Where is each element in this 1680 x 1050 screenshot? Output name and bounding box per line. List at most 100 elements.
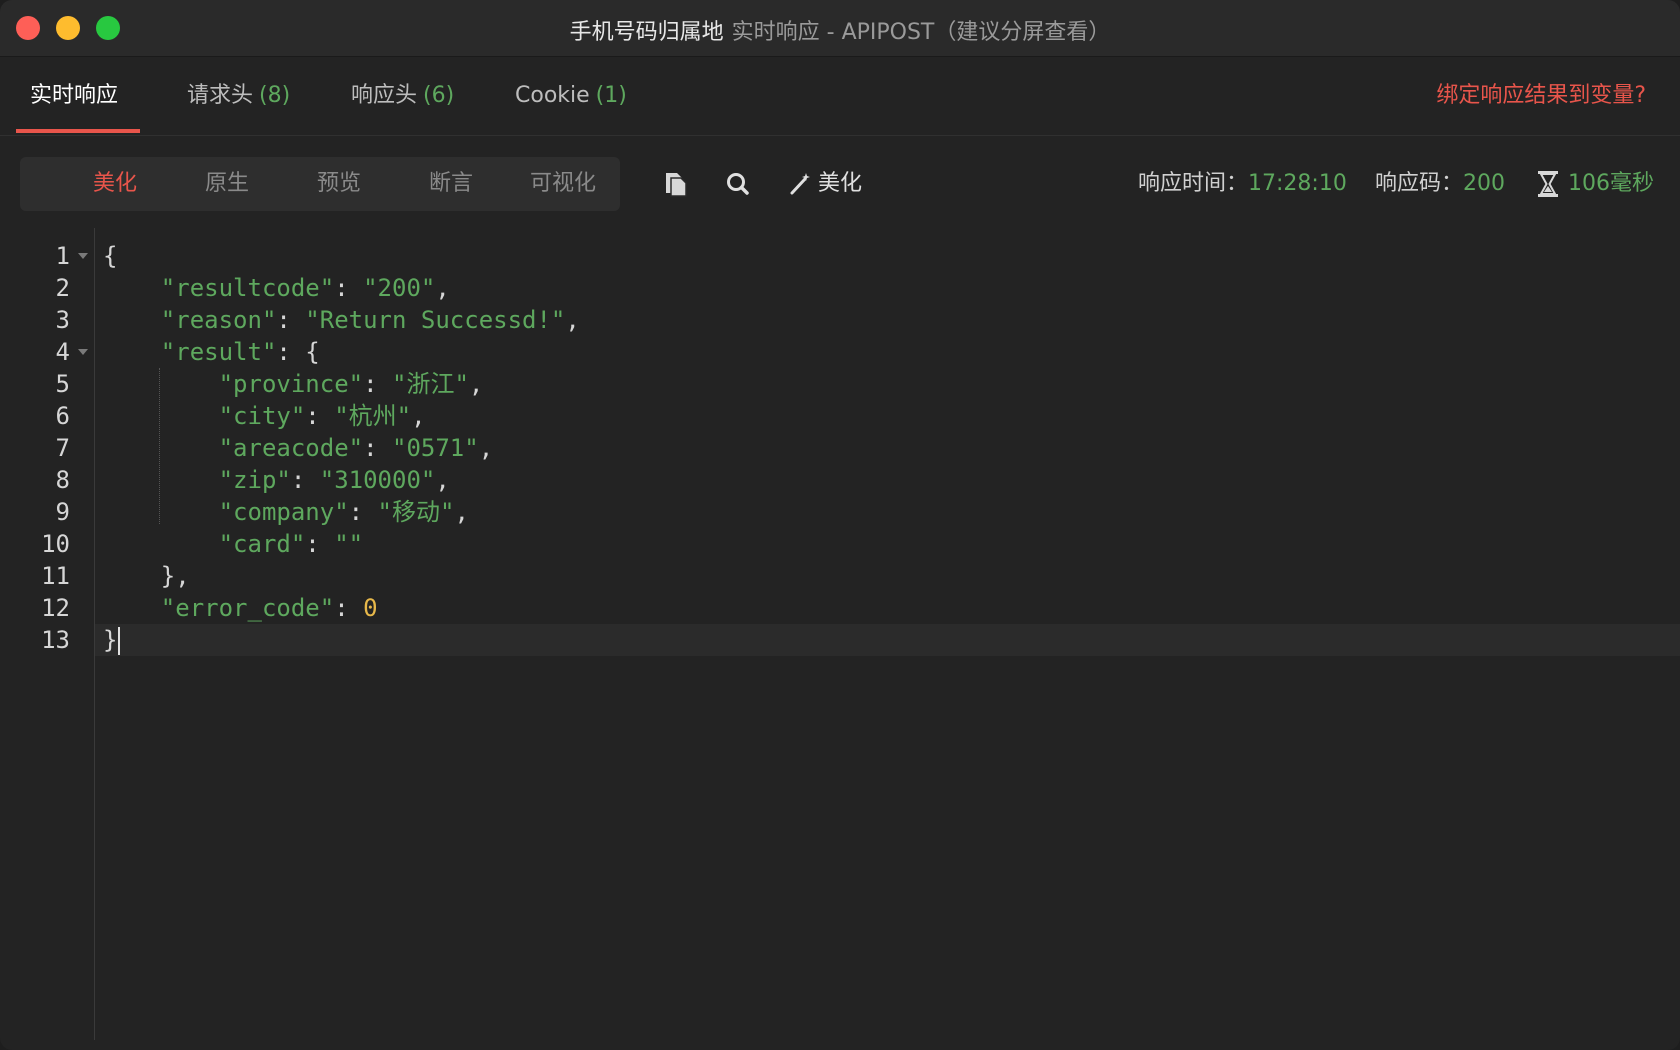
tab-request-headers[interactable]: 请求头 (8): [187, 57, 290, 135]
fold-toggle-icon[interactable]: [78, 349, 88, 355]
code-token: "杭州": [334, 402, 412, 430]
code-token: "310000": [319, 466, 436, 494]
code-text: "reason": "Return Successd!",: [103, 304, 580, 336]
line-number: 8: [55, 466, 70, 494]
tab-response-headers[interactable]: 响应头 (6): [351, 57, 454, 135]
bind-response-to-variable-link[interactable]: 绑定响应结果到变量?: [1436, 57, 1646, 135]
tab-count: (6): [423, 83, 455, 108]
code-token: ,: [565, 306, 580, 334]
line-number: 6: [55, 402, 70, 430]
code-text: }: [103, 624, 121, 656]
tab-label: Cookie: [515, 83, 590, 108]
code-token: }: [103, 626, 118, 654]
code-token: "city": [218, 402, 306, 430]
title-bar: 手机号码归属地 实时响应 - APIPOST（建议分屏查看）: [0, 0, 1680, 57]
code-text: "zip": "310000",: [103, 464, 450, 496]
response-time-value: 17:28:10: [1248, 171, 1347, 196]
code-text: {: [103, 240, 117, 272]
code-token: 0: [363, 594, 378, 622]
code-token: "0571": [392, 434, 479, 462]
code-line: 2 "resultcode": "200",: [0, 272, 1680, 304]
tab-label: 请求头: [187, 83, 254, 108]
code-text: "error_code": 0: [103, 592, 378, 624]
code-token: "company": [218, 498, 349, 526]
response-time: 响应时间：17:28:10: [1138, 168, 1347, 200]
code-token: :: [348, 498, 378, 526]
magic-wand-icon: [790, 173, 810, 195]
view-mode-switch: 美化 原生 预览 断言 可视化: [20, 157, 620, 211]
code-text: "province": "浙江",: [103, 368, 484, 400]
code-line: 12 "error_code": 0: [0, 592, 1680, 624]
code-text: "city": "杭州",: [103, 400, 426, 432]
view-mode-assert[interactable]: 断言: [395, 157, 507, 211]
line-number: 12: [41, 594, 70, 622]
beautify-label: 美化: [818, 171, 863, 196]
tab-cookie[interactable]: Cookie (1): [515, 57, 627, 135]
view-mode-visualize[interactable]: 可视化: [507, 157, 619, 211]
code-line: 9 "company": "移动",: [0, 496, 1680, 528]
code-token: ,: [435, 466, 450, 494]
response-code-label: 响应码：: [1375, 171, 1464, 196]
code-text: "result": {: [103, 336, 320, 368]
code-token: "result": [160, 338, 277, 366]
text-caret: [118, 627, 121, 655]
tab-count: (1): [595, 83, 627, 108]
json-response-editor[interactable]: 1{2 "resultcode": "200", 3 "reason": "Ret…: [0, 228, 1680, 1050]
response-code: 响应码：200: [1375, 168, 1505, 200]
response-tabs: 实时响应 请求头 (8) 响应头 (6) Cookie (1) 绑定响应结果到变量?: [0, 57, 1680, 136]
code-token: ,: [435, 274, 450, 302]
code-token: "Return Successd!": [305, 306, 566, 334]
line-number: 2: [55, 274, 70, 302]
view-mode-raw[interactable]: 原生: [171, 157, 283, 211]
tab-count: (8): [259, 83, 291, 108]
code-token: "": [334, 530, 364, 558]
code-line: 8 "zip": "310000",: [0, 464, 1680, 496]
fold-toggle-icon[interactable]: [78, 253, 88, 259]
code-token: ,: [478, 434, 494, 462]
code-token: "200": [363, 274, 436, 302]
code-token: :: [334, 594, 364, 622]
response-time-label: 响应时间：: [1138, 171, 1249, 196]
code-token: :: [334, 274, 364, 302]
code-token: "reason": [160, 306, 277, 334]
code-token: :: [305, 402, 335, 430]
tab-live-response[interactable]: 实时响应: [30, 57, 118, 135]
code-text: "resultcode": "200",: [103, 272, 450, 304]
code-token: "移动": [377, 498, 455, 526]
copy-icon[interactable]: [660, 168, 692, 200]
line-number: 3: [55, 306, 70, 334]
code-token: "areacode": [218, 434, 364, 462]
view-mode-preview[interactable]: 预览: [283, 157, 395, 211]
search-icon[interactable]: [722, 168, 754, 200]
code-token: ,: [411, 402, 426, 430]
line-number: 1: [55, 242, 70, 270]
window-title: 手机号码归属地 实时响应 - APIPOST（建议分屏查看）: [0, 14, 1680, 46]
tab-label: 响应头: [351, 83, 418, 108]
code-token: ,: [454, 498, 469, 526]
response-code-value: 200: [1463, 171, 1506, 196]
line-number: 11: [41, 562, 70, 590]
beautify-button[interactable]: 美化: [788, 168, 862, 200]
line-number: 4: [55, 338, 70, 366]
code-token: "card": [218, 530, 306, 558]
line-number: 5: [55, 370, 70, 398]
code-text: "card": "": [103, 528, 364, 560]
active-tab-indicator: [16, 129, 140, 133]
code-text: "areacode": "0571",: [103, 432, 494, 464]
code-token: : {: [276, 338, 320, 366]
view-mode-beautify[interactable]: 美化: [59, 157, 171, 211]
response-duration: 106毫秒: [1536, 168, 1654, 200]
line-number: 13: [41, 626, 70, 654]
code-line: 4 "result": {: [0, 336, 1680, 368]
code-token: {: [103, 242, 118, 270]
code-token: :: [276, 306, 306, 334]
line-number: 7: [55, 434, 70, 462]
line-number: 9: [55, 498, 70, 526]
code-line: 5 "province": "浙江",: [0, 368, 1680, 400]
